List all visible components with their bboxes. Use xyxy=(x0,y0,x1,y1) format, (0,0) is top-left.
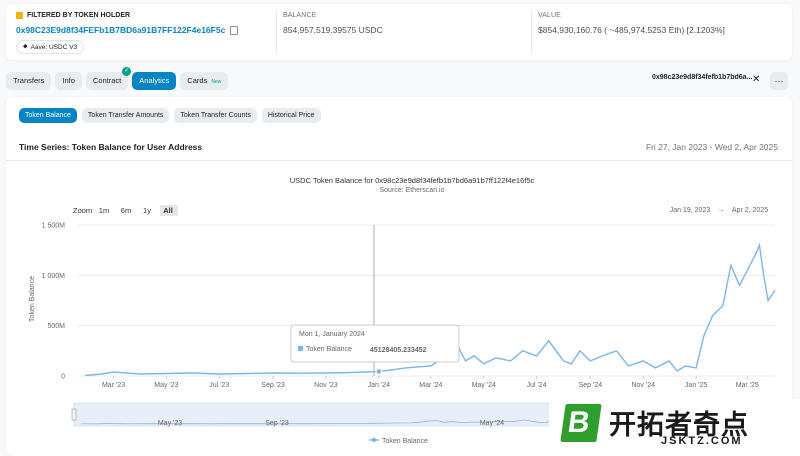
y-axis-label: Token Balance xyxy=(29,276,36,322)
tooltip: Mon 1, January 2024 Token Balance 451284… xyxy=(290,324,460,363)
tooltip-date: Mon 1, January 2024 xyxy=(299,331,365,338)
navigator: May '23 Sep '23 May '24 xyxy=(71,402,551,427)
legend-label: Token Balance xyxy=(382,438,428,445)
zoom-6m-button[interactable]: 6m xyxy=(121,206,131,215)
x-tick-label: Jul '23 xyxy=(209,382,229,389)
chart-subtitle: Source: Etherscan.io xyxy=(380,187,445,194)
x-tick-label: Nov '23 xyxy=(314,382,338,389)
legend[interactable]: Token Balance xyxy=(369,437,428,445)
tooltip-value: 45128405.233452 xyxy=(370,347,427,354)
watermark-domain: JSKTZ.COM xyxy=(661,435,743,447)
y-axis-ticks: 0 500M 1 000M 1 500M xyxy=(42,223,66,381)
watermark: B 开拓者奇点 JSKTZ.COM xyxy=(549,399,800,456)
x-tick-label: May '23 xyxy=(154,382,178,389)
tooltip-series: Token Balance xyxy=(306,346,352,353)
x-tick-label: Sep '24 xyxy=(579,382,603,389)
x-tick-label: Mar '24 xyxy=(419,382,442,389)
y-tick-label: 500M xyxy=(47,323,65,330)
y-tick-label: 0 xyxy=(61,374,65,381)
x-tick-label: Mar '23 xyxy=(102,382,125,389)
zoom-1y-button[interactable]: 1y xyxy=(143,206,151,215)
balance-chart: USDC Token Balance for 0x98c23e9d8f34fef… xyxy=(29,176,776,445)
hover-point xyxy=(375,368,383,375)
zoom-all-button[interactable]: All xyxy=(163,206,173,215)
zoom-label: Zoom xyxy=(73,206,92,215)
x-tick-label: Nov '24 xyxy=(631,382,655,389)
navigator-tick-2: Sep '23 xyxy=(265,420,289,427)
x-tick-label: Jan '24 xyxy=(368,382,390,389)
range-from-input[interactable]: Jan 19, 2023 xyxy=(670,207,711,214)
x-tick-label: Mar '25 xyxy=(736,382,759,389)
x-tick-label: Sep '23 xyxy=(261,382,285,389)
y-tick-label: 1 500M xyxy=(42,223,66,230)
navigator-tick-1: May '23 xyxy=(158,420,182,427)
range-arrow: → xyxy=(718,207,725,214)
range-to-input[interactable]: Apr 2, 2025 xyxy=(732,207,768,214)
navigator-left-handle[interactable] xyxy=(71,408,77,421)
chart-title: USDC Token Balance for 0x98c23e9d8f34fef… xyxy=(290,176,535,185)
tooltip-marker xyxy=(298,346,303,351)
navigator-tick-3: May '24 xyxy=(480,420,504,427)
x-tick-label: Jan '25 xyxy=(685,382,707,389)
navigator-area[interactable] xyxy=(73,402,551,427)
legend-marker xyxy=(371,437,377,443)
watermark-logo-icon: B xyxy=(560,404,602,442)
zoom-buttons: 1m 6m 1y All xyxy=(99,205,178,216)
x-axis-ticks: Mar '23 May '23 Jul '23 Sep '23 Nov '23 Jan '… xyxy=(102,376,759,389)
x-tick-label: Jul '24 xyxy=(527,382,547,389)
zoom-1m-button[interactable]: 1m xyxy=(99,206,109,215)
x-tick-label: May '24 xyxy=(472,382,496,389)
y-tick-label: 1 000M xyxy=(42,273,66,280)
